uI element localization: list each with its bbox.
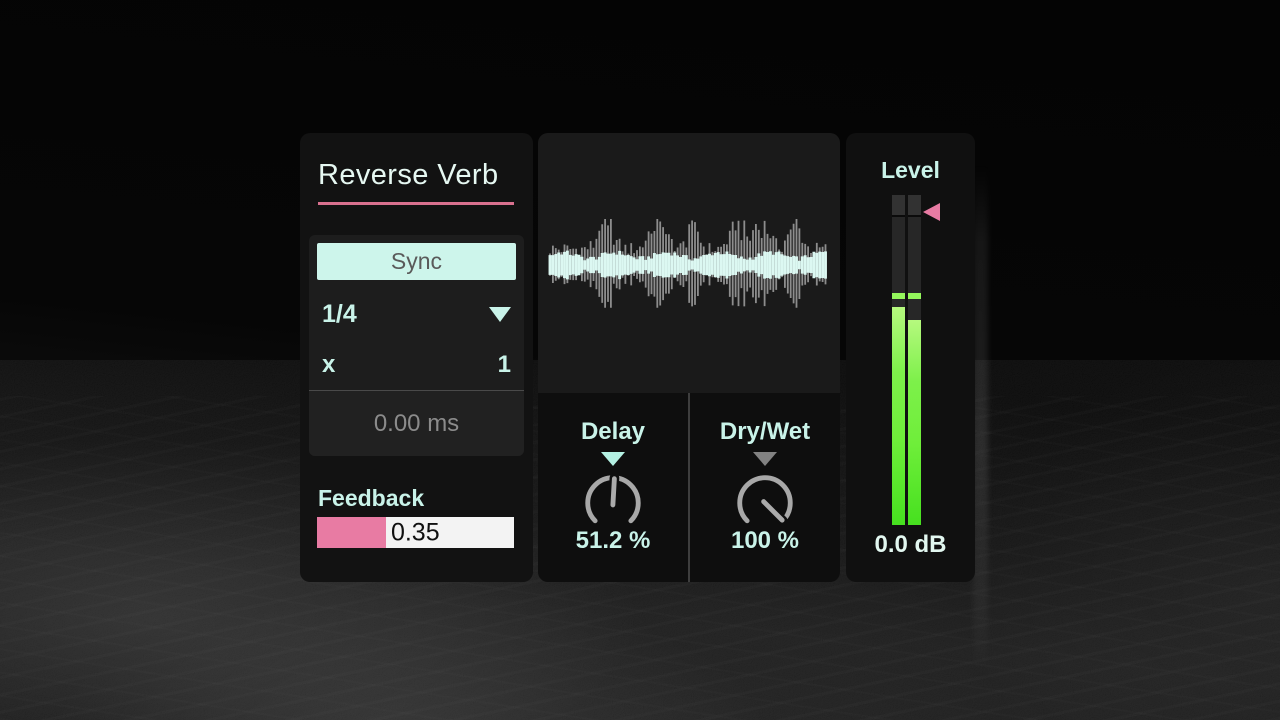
rate-value: 1/4 — [322, 300, 357, 329]
time-ms-field[interactable]: 0.00 ms — [309, 390, 524, 456]
delay-label: Delay — [581, 418, 645, 446]
level-label: Level — [846, 157, 975, 184]
multiplier-value: 1 — [498, 351, 511, 379]
feedback-label: Feedback — [318, 485, 424, 512]
triangle-left-icon level-marker[interactable] — [923, 203, 940, 221]
multiplier-row[interactable]: x 1 — [309, 340, 524, 390]
meter-track-left — [892, 195, 905, 525]
meter-fill-left — [892, 307, 905, 525]
level-panel: Level 0.0 dB — [846, 133, 975, 582]
triangle-down-icon — [753, 452, 777, 466]
feedback-value: 0.35 — [391, 518, 440, 547]
dry-wet-knob[interactable] — [731, 468, 799, 536]
device-title: Reverse Verb — [318, 159, 499, 192]
background-light-streak — [973, 165, 988, 680]
meter-fill-right — [908, 320, 921, 525]
knob-row: Delay 51.2 % Dry/Wet 100 % — [538, 393, 840, 582]
delay-value: 51.2 % — [576, 527, 651, 555]
sync-panel: Reverse Verb Sync 1/4 x 1 0.00 ms Feedba… — [300, 133, 533, 582]
delay-knob[interactable] — [579, 468, 647, 536]
scene: Reverse Verb Sync 1/4 x 1 0.00 ms Feedba… — [0, 0, 1280, 720]
delay-section: Delay 51.2 % — [538, 393, 688, 582]
meter-peak-right — [908, 293, 921, 299]
level-meter — [892, 195, 921, 525]
feedback-slider[interactable]: 0.35 — [317, 517, 514, 548]
multiplier-label: x — [322, 351, 335, 379]
waveform — [548, 133, 830, 393]
meter-peak-left — [892, 293, 905, 299]
dry-wet-label: Dry/Wet — [720, 418, 810, 446]
dry-wet-section: Dry/Wet 100 % — [688, 393, 840, 582]
level-value: 0.0 dB — [846, 531, 975, 559]
sync-toggle-button[interactable]: Sync — [317, 243, 516, 280]
reverse-verb-device: Reverse Verb Sync 1/4 x 1 0.00 ms Feedba… — [300, 133, 975, 582]
sync-group: Sync 1/4 x 1 0.00 ms — [309, 235, 524, 456]
feedback-fill — [317, 517, 386, 548]
rate-dropdown[interactable]: 1/4 — [309, 288, 524, 340]
triangle-down-icon — [489, 307, 511, 322]
waveform-display — [538, 133, 840, 393]
triangle-down-icon — [601, 452, 625, 466]
main-panel: Delay 51.2 % Dry/Wet 100 % — [538, 133, 840, 582]
dry-wet-value: 100 % — [731, 527, 799, 555]
meter-track-right — [908, 195, 921, 525]
title-underline — [318, 202, 514, 205]
